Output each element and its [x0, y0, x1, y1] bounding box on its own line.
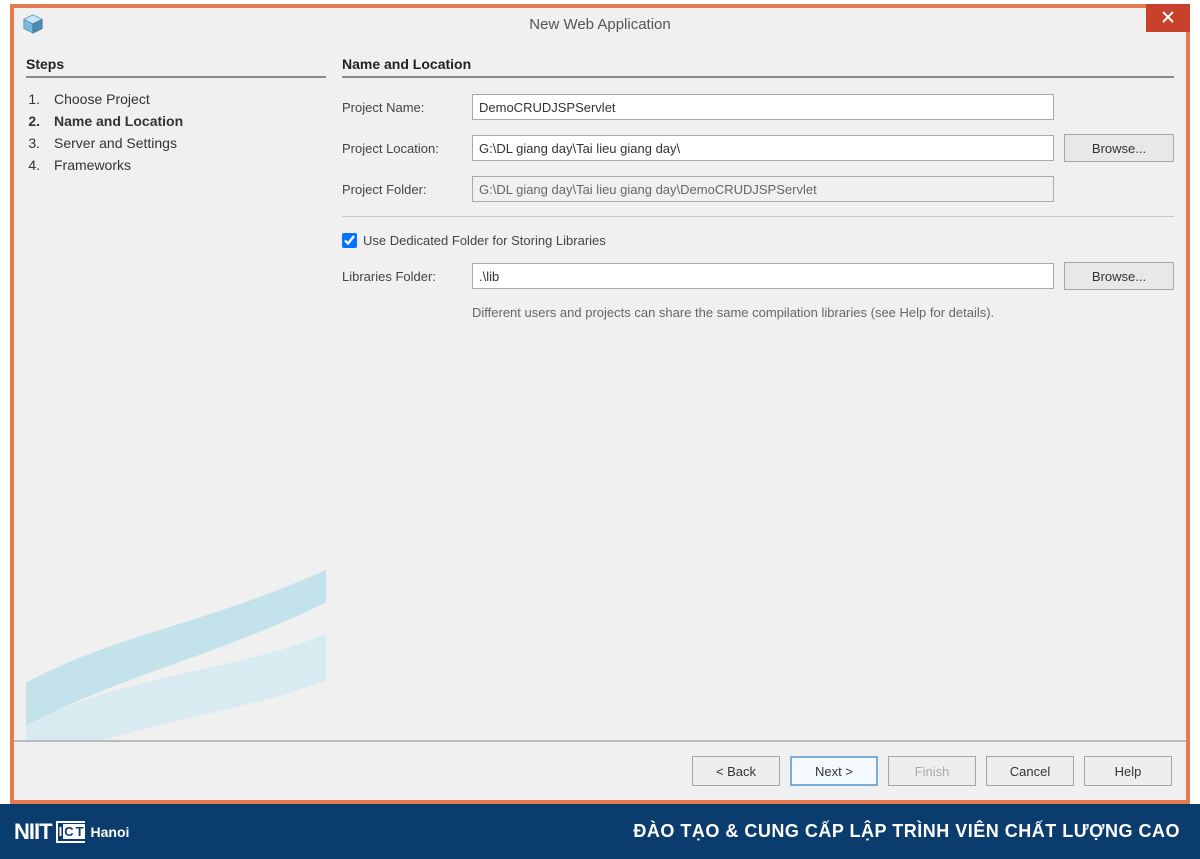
browse-libraries-button[interactable]: Browse...: [1064, 262, 1174, 290]
close-icon: [1162, 10, 1174, 27]
project-name-label: Project Name:: [342, 100, 462, 115]
help-button[interactable]: Help: [1084, 756, 1172, 786]
brand-slogan: ĐÀO TẠO & CUNG CẤP LẬP TRÌNH VIÊN CHẤT L…: [633, 821, 1180, 842]
steps-list: 1.Choose Project 2.Name and Location 3.S…: [26, 88, 326, 176]
next-button[interactable]: Next >: [790, 756, 878, 786]
brand-ict-icon: I C T: [56, 821, 85, 843]
project-name-input[interactable]: [472, 94, 1054, 120]
divider: [342, 216, 1174, 217]
wizard-body: Steps 1.Choose Project 2.Name and Locati…: [14, 40, 1186, 740]
project-location-row: Project Location: Browse...: [342, 134, 1174, 162]
dedicated-folder-row: Use Dedicated Folder for Storing Librari…: [342, 233, 1174, 248]
wizard-window: New Web Application Steps 1.Choose Proje…: [10, 4, 1190, 804]
project-folder-input: [472, 176, 1054, 202]
content-panel: Name and Location Project Name: Project …: [342, 52, 1174, 740]
step-item: 3.Server and Settings: [26, 132, 326, 154]
cancel-button[interactable]: Cancel: [986, 756, 1074, 786]
close-button[interactable]: [1146, 4, 1190, 32]
project-folder-label: Project Folder:: [342, 182, 462, 197]
finish-button: Finish: [888, 756, 976, 786]
step-item: 4.Frameworks: [26, 154, 326, 176]
steps-panel: Steps 1.Choose Project 2.Name and Locati…: [26, 52, 326, 740]
project-location-input[interactable]: [472, 135, 1054, 161]
project-folder-row: Project Folder:: [342, 176, 1174, 202]
step-item: 2.Name and Location: [26, 110, 326, 132]
content-heading: Name and Location: [342, 56, 1174, 78]
decorative-swoosh: [26, 520, 326, 740]
dedicated-folder-checkbox[interactable]: [342, 233, 357, 248]
titlebar: New Web Application: [14, 8, 1186, 40]
libraries-folder-input[interactable]: [472, 263, 1054, 289]
libraries-folder-row: Libraries Folder: Browse...: [342, 262, 1174, 290]
brand-footer: NIIT I C T Hanoi ĐÀO TẠO & CUNG CẤP LẬP …: [0, 804, 1200, 859]
brand-niit: NIIT: [14, 819, 52, 845]
project-name-row: Project Name:: [342, 94, 1174, 120]
brand-hanoi: Hanoi: [91, 824, 130, 840]
button-bar: < Back Next > Finish Cancel Help: [14, 740, 1186, 800]
project-location-label: Project Location:: [342, 141, 462, 156]
window-title: New Web Application: [529, 16, 670, 33]
step-item: 1.Choose Project: [26, 88, 326, 110]
brand-logo: NIIT I C T Hanoi: [14, 819, 129, 845]
libraries-hint: Different users and projects can share t…: [472, 304, 1002, 322]
dedicated-folder-label[interactable]: Use Dedicated Folder for Storing Librari…: [363, 233, 606, 248]
app-cube-icon: [22, 13, 44, 35]
back-button[interactable]: < Back: [692, 756, 780, 786]
steps-heading: Steps: [26, 56, 326, 78]
libraries-folder-label: Libraries Folder:: [342, 269, 462, 284]
browse-location-button[interactable]: Browse...: [1064, 134, 1174, 162]
